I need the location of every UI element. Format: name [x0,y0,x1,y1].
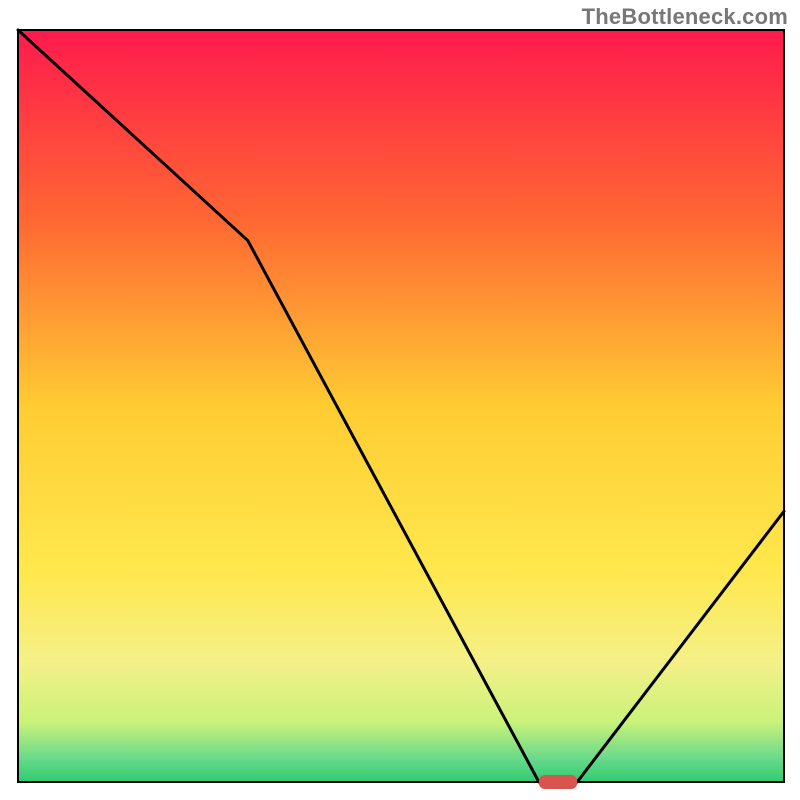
watermark-text: TheBottleneck.com [582,4,788,30]
plot-background [18,30,784,782]
chart-container: TheBottleneck.com [0,0,800,800]
bottleneck-chart [0,0,800,800]
optimal-marker [539,775,577,789]
